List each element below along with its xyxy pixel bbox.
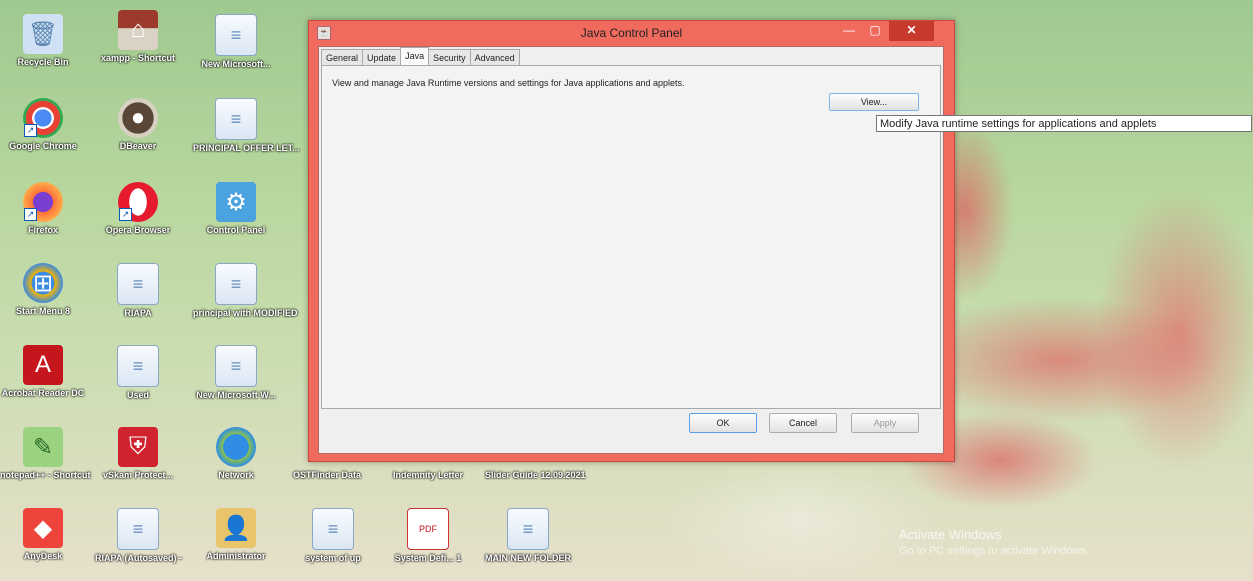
desktop-icon-label: RIAPA: [124, 308, 152, 318]
recycle-bin-icon: 🗑: [23, 14, 63, 54]
tab-strip: General Update Java Security Advanced: [321, 47, 520, 66]
cancel-button[interactable]: Cancel: [769, 413, 837, 433]
desktop-icon-label: vSkam Protect...: [102, 470, 174, 480]
document-icon: ≡: [215, 263, 257, 305]
maximize-button[interactable]: ▢: [864, 21, 886, 41]
desktop-icon-label: MAIN NEW FOLDER: [485, 553, 571, 563]
desktop-icon-label: Indemnity Letter: [392, 470, 463, 480]
desktop-icon-label: OSTFinder Data: [292, 470, 361, 480]
xampp-icon: ⌂: [118, 10, 158, 50]
activation-watermark-title: Activate Windows: [899, 527, 1002, 542]
desktop-icon-vskam[interactable]: ⛨ vSkam Protect...: [95, 427, 181, 480]
desktop-icon-system-of-up[interactable]: ≡ system of up: [290, 508, 376, 563]
desktop-icon-label: Used: [126, 390, 149, 400]
pdf-icon: PDF: [407, 508, 449, 550]
desktop-icon-label: xampp - Shortcut: [100, 53, 175, 63]
desktop-icon-label: New Microsoft...: [201, 59, 271, 69]
apply-button[interactable]: Apply: [851, 413, 919, 433]
desktop-icon-principal-offer[interactable]: ≡ PRINCIPAL OFFER LET...: [193, 98, 300, 153]
shield-app-icon: ⛨: [118, 427, 158, 467]
desktop-icon-label: RIAPA (Autosaved) -: [95, 553, 183, 563]
desktop-icon-label: principal with MODIFIED: [193, 308, 298, 318]
control-panel-icon: ⚙: [216, 182, 256, 222]
ok-button[interactable]: OK: [689, 413, 757, 433]
desktop-icon-label: Administrator: [206, 551, 266, 561]
document-icon: ≡: [117, 263, 159, 305]
desktop-icon-label: Google Chrome: [9, 141, 77, 151]
opera-icon: ↗: [118, 182, 158, 222]
minimize-button[interactable]: —: [838, 21, 860, 41]
desktop-icon-opera[interactable]: ↗ Opera Browser: [95, 182, 181, 235]
tab-update[interactable]: Update: [362, 49, 402, 66]
desktop-icon-label: New Microsoft W...: [196, 390, 276, 400]
desktop-icon-anydesk[interactable]: ◆ AnyDesk: [0, 508, 86, 561]
desktop-icon-control-panel[interactable]: ⚙ Control Panel: [193, 182, 279, 235]
chrome-icon: ↗: [23, 98, 63, 138]
desktop-icon-network[interactable]: Network: [193, 427, 279, 480]
desktop-icon-recycle-bin[interactable]: 🗑 Recycle Bin: [0, 14, 86, 67]
desktop-icon-label: Firefox: [27, 225, 58, 235]
view-button[interactable]: View...: [829, 93, 919, 111]
desktop-icon-chrome[interactable]: ↗ Google Chrome: [0, 98, 86, 151]
user-folder-icon: 👤: [216, 508, 256, 548]
desktop-icon-label: System Defi... 1: [394, 553, 462, 563]
desktop-icon-riapa[interactable]: ≡ RIAPA: [95, 263, 181, 318]
window-client-area: General Update Java Security Advanced Vi…: [318, 46, 944, 454]
document-icon: ≡: [117, 345, 159, 387]
desktop-icon-used[interactable]: ≡ Used: [95, 345, 181, 400]
desktop-icon-firefox[interactable]: ↗ Firefox: [0, 182, 86, 235]
anydesk-icon: ◆: [23, 508, 63, 548]
view-button-tooltip: Modify Java runtime settings for applica…: [876, 115, 1252, 132]
desktop-icon-label: Slider Guide 12.09.2021: [485, 470, 586, 480]
notepad-icon: ✎: [23, 427, 63, 467]
acrobat-icon: A: [23, 345, 63, 385]
desktop-icon-main-new-folder[interactable]: ≡ MAIN NEW FOLDER: [485, 508, 571, 563]
document-icon: ≡: [507, 508, 549, 550]
desktop-icon-label: DBeaver: [119, 141, 157, 151]
document-icon: ≡: [215, 345, 257, 387]
java-description-text: View and manage Java Runtime versions an…: [332, 78, 685, 88]
network-icon: [216, 427, 256, 467]
document-icon: ≡: [117, 508, 159, 550]
activation-watermark-text: Go to PC settings to activate Windows.: [899, 545, 1090, 557]
desktop-icon-new-microsoft-w[interactable]: ≡ New Microsoft W...: [193, 345, 279, 400]
desktop-icon-label: Acrobat Reader DC: [1, 388, 85, 398]
desktop-icon-system-defi[interactable]: PDF System Defi... 1: [385, 508, 471, 563]
document-icon: ≡: [215, 14, 257, 56]
desktop-icon-label: system of up: [305, 553, 361, 563]
java-control-panel-window: ☕ Java Control Panel — ▢ ✕ General Updat…: [308, 20, 955, 462]
desktop-icon-label: Recycle Bin: [17, 57, 69, 67]
desktop-icon-principal-modified[interactable]: ≡ principal with MODIFIED: [193, 263, 298, 318]
desktop-icon-notepad[interactable]: ✎ notepad++ - Shortcut: [0, 427, 91, 480]
java-tab-panel: View and manage Java Runtime versions an…: [321, 65, 941, 409]
desktop-icon-label: Control Panel: [206, 225, 266, 235]
dbeaver-icon: ●: [118, 98, 158, 138]
tab-advanced[interactable]: Advanced: [469, 49, 520, 66]
desktop-icon-label: AnyDesk: [23, 551, 63, 561]
desktop-icon-label: PRINCIPAL OFFER LET...: [193, 143, 300, 153]
title-bar[interactable]: ☕ Java Control Panel — ▢ ✕: [309, 21, 954, 45]
desktop-icon-label: notepad++ - Shortcut: [0, 470, 91, 480]
tab-java[interactable]: Java: [400, 47, 430, 66]
desktop-icon-new-microsoft[interactable]: ≡ New Microsoft...: [193, 14, 279, 69]
firefox-icon: ↗: [23, 182, 63, 222]
desktop-icon-label: Start Menu 8: [15, 306, 70, 316]
desktop-icon-start-menu[interactable]: ⊞ Start Menu 8: [0, 263, 86, 316]
start-menu-icon: ⊞: [23, 263, 63, 303]
tab-general[interactable]: General: [321, 49, 364, 66]
desktop-icon-acrobat[interactable]: A Acrobat Reader DC: [0, 345, 86, 398]
document-icon: ≡: [312, 508, 354, 550]
desktop-icon-label: Network: [218, 470, 254, 480]
document-icon: ≡: [215, 98, 257, 140]
desktop-icon-administrator[interactable]: 👤 Administrator: [193, 508, 279, 561]
desktop-icon-label: Opera Browser: [105, 225, 171, 235]
desktop-icon-xampp[interactable]: ⌂ xampp - Shortcut: [95, 10, 181, 63]
desktop-icon-dbeaver[interactable]: ● DBeaver: [95, 98, 181, 151]
close-button[interactable]: ✕: [889, 21, 934, 41]
tab-security[interactable]: Security: [428, 49, 471, 66]
desktop-icon-riapa-autosaved[interactable]: ≡ RIAPA (Autosaved) -: [95, 508, 183, 563]
